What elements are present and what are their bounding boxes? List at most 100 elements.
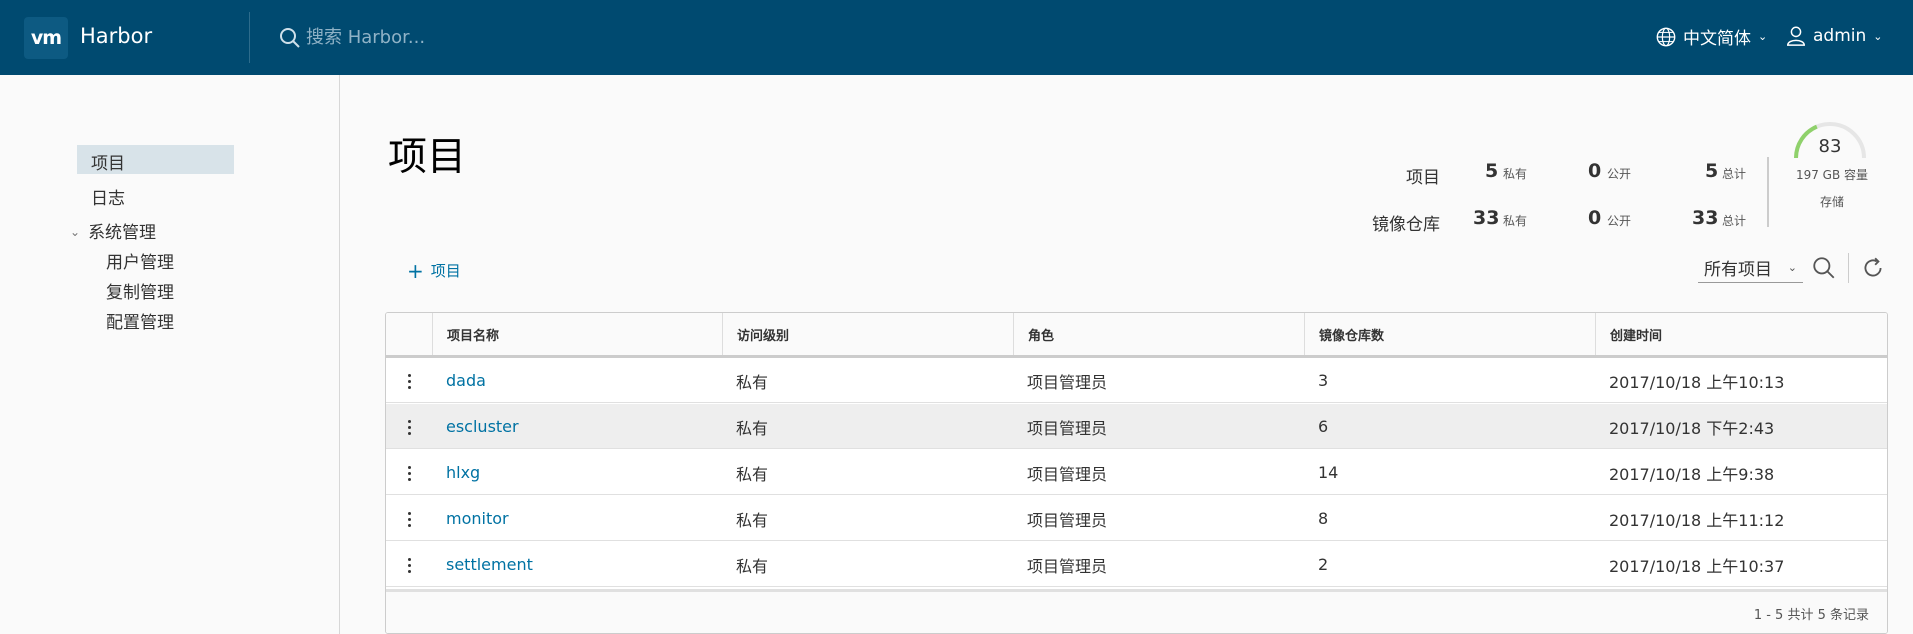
sidebar-item-logs[interactable]: 日志 [91, 184, 125, 209]
chevron-down-icon: ⌄ [1758, 30, 1768, 43]
row-actions-icon[interactable] [404, 369, 414, 393]
table-row[interactable]: dada 私有 项目管理员 3 2017/10/18 上午10:13 [386, 358, 1887, 403]
add-project-label: 项目 [430, 262, 461, 280]
access-level: 私有 [736, 372, 769, 392]
repo-count: 14 [1318, 463, 1339, 482]
role: 项目管理员 [1027, 418, 1108, 438]
sidebar-item-user-management[interactable]: 用户管理 [106, 248, 174, 273]
stats-projects-label: 项目 [1406, 168, 1440, 188]
table-row[interactable]: monitor 私有 项目管理员 8 2017/10/18 上午11:12 [386, 496, 1887, 541]
user-icon [1787, 26, 1805, 46]
creation-time: 2017/10/18 上午10:37 [1609, 556, 1785, 576]
project-name-link[interactable]: settlement [432, 542, 533, 587]
table-row[interactable]: escluster 私有 项目管理员 6 2017/10/18 下午2:43 [386, 404, 1887, 449]
creation-time: 2017/10/18 下午2:43 [1609, 418, 1775, 438]
row-actions-icon[interactable] [404, 553, 414, 577]
brand-name[interactable]: Harbor [80, 24, 152, 48]
repo-count: 8 [1318, 509, 1329, 528]
refresh-icon[interactable] [1860, 255, 1886, 281]
column-header-access[interactable]: 访问级别 [722, 313, 1013, 355]
user-name: admin [1813, 26, 1867, 46]
role: 项目管理员 [1027, 372, 1108, 392]
toolbar-divider [1848, 253, 1849, 283]
stat-unit-total: 总计 [1722, 214, 1747, 228]
project-filter-value: 所有项目 [1704, 260, 1772, 280]
sidebar-item-label: 配置管理 [106, 313, 174, 333]
sidebar-item-label: 系统管理 [88, 223, 157, 243]
chevron-down-icon: ⌄ [1873, 29, 1883, 43]
table-row[interactable]: settlement 私有 项目管理员 2 2017/10/18 上午10:37 [386, 542, 1887, 587]
sidebar-item-configuration-management[interactable]: 配置管理 [106, 308, 174, 333]
add-project-button[interactable]: + 项目 [407, 260, 461, 281]
search-icon [280, 28, 300, 48]
stats-divider [1767, 157, 1769, 227]
language-selector[interactable]: 中文简体 ⌄ [1655, 24, 1767, 49]
access-level: 私有 [736, 510, 769, 530]
vmware-logo[interactable]: vm [24, 17, 68, 59]
project-name-link[interactable]: monitor [432, 496, 509, 541]
row-actions-icon[interactable] [404, 415, 414, 439]
sidebar-item-administration[interactable]: ⌄ 系统管理 [70, 218, 156, 243]
creation-time: 2017/10/18 上午10:13 [1609, 372, 1785, 392]
repo-count: 2 [1318, 555, 1329, 574]
table-footer: 1 - 5 共计 5 条记录 [386, 589, 1887, 633]
stat-unit-public: 公开 [1607, 167, 1632, 181]
header-divider [249, 12, 250, 63]
plus-icon: + [407, 258, 424, 283]
sidebar: 项目 日志 ⌄ 系统管理 用户管理 复制管理 配置管理 [0, 75, 340, 634]
stat-repos-total: 33 [1692, 207, 1719, 229]
project-name-link[interactable]: dada [432, 358, 486, 403]
row-actions-icon[interactable] [404, 461, 414, 485]
creation-time: 2017/10/18 上午9:38 [1609, 464, 1775, 484]
creation-time: 2017/10/18 上午11:12 [1609, 510, 1785, 530]
globe-icon [1656, 27, 1676, 46]
sidebar-item-label: 日志 [91, 189, 125, 209]
storage-label: 存储 [1819, 195, 1844, 209]
chevron-down-icon: ⌄ [1787, 261, 1797, 274]
sidebar-item-label: 用户管理 [106, 253, 174, 273]
project-name-link[interactable]: escluster [432, 404, 519, 449]
table-row[interactable]: hlxg 私有 项目管理员 14 2017/10/18 上午9:38 [386, 450, 1887, 495]
stat-unit-private: 私有 [1503, 167, 1528, 181]
storage-gauge-icon [1794, 122, 1866, 159]
repo-count: 3 [1318, 371, 1329, 390]
user-menu[interactable]: admin ⌄ [1785, 24, 1883, 48]
language-label: 中文简体 [1683, 29, 1751, 49]
column-header-repo-count[interactable]: 镜像仓库数 [1304, 313, 1595, 355]
stat-unit-total: 总计 [1722, 167, 1747, 181]
page-title: 项目 [388, 135, 467, 180]
stat-repos-private: 33 [1473, 207, 1500, 229]
project-filter-select[interactable]: 所有项目 ⌄ [1698, 253, 1803, 283]
chevron-down-icon[interactable]: ⌄ [70, 225, 80, 239]
column-header-name[interactable]: 项目名称 [432, 313, 722, 355]
table-search-icon[interactable] [1811, 255, 1837, 281]
row-actions-icon[interactable] [404, 507, 414, 531]
stat-projects-private: 5 [1485, 160, 1499, 182]
global-search-input[interactable] [306, 22, 706, 52]
storage-percent: 83 [1818, 136, 1842, 157]
sidebar-item-projects[interactable]: 项目 [77, 145, 234, 174]
stat-repos-public: 0 [1588, 207, 1602, 229]
stat-projects-public: 0 [1588, 160, 1602, 182]
projects-table: 项目名称 访问级别 角色 镜像仓库数 创建时间 dada 私有 项目管理员 3 … [385, 312, 1888, 634]
top-header: vm Harbor 中文简体 ⌄ admin ⌄ [0, 0, 1913, 75]
sidebar-item-label: 复制管理 [106, 283, 174, 303]
access-level: 私有 [736, 464, 769, 484]
pagination-summary: 1 - 5 共计 5 条记录 [1753, 608, 1869, 623]
column-header-role[interactable]: 角色 [1013, 313, 1304, 355]
column-header-created[interactable]: 创建时间 [1595, 313, 1887, 355]
repo-count: 6 [1318, 417, 1329, 436]
storage-capacity: 197 GB 容量 [1795, 168, 1869, 182]
sidebar-item-label: 项目 [91, 154, 125, 174]
sidebar-item-replication-management[interactable]: 复制管理 [106, 278, 174, 303]
project-name-link[interactable]: hlxg [432, 450, 480, 495]
role: 项目管理员 [1027, 556, 1108, 576]
stat-projects-total: 5 [1705, 160, 1719, 182]
stat-unit-public: 公开 [1607, 214, 1632, 228]
access-level: 私有 [736, 418, 769, 438]
role: 项目管理员 [1027, 464, 1108, 484]
role: 项目管理员 [1027, 510, 1108, 530]
stats-repos-label: 镜像仓库 [1372, 215, 1440, 235]
table-header: 项目名称 访问级别 角色 镜像仓库数 创建时间 [386, 313, 1887, 358]
stat-unit-private: 私有 [1503, 214, 1528, 228]
